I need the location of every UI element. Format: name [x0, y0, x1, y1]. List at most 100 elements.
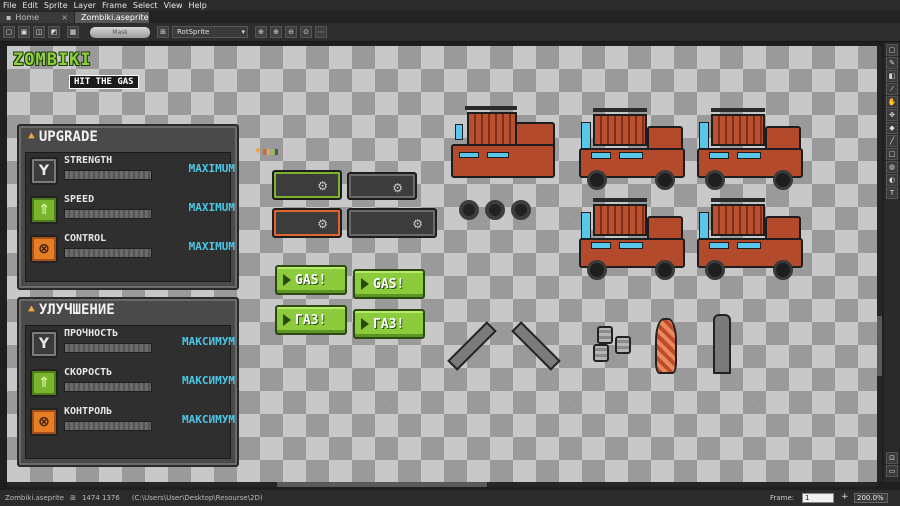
dimensions-icon: ⊞: [70, 494, 76, 502]
tab-home[interactable]: ▪ Home ×: [0, 12, 74, 23]
car-window: [737, 242, 761, 249]
double-chevron-up-icon: ⇑: [30, 369, 58, 397]
menu-frame[interactable]: Frame: [99, 0, 130, 11]
align-vertical-icon[interactable]: ⊖: [285, 26, 297, 38]
selection-add-icon[interactable]: ▣: [18, 26, 30, 38]
bolt-icon: ⚙: [317, 179, 328, 193]
tool-strip: ▢ ✎ ◧ ⁄ ✋ ✥ ◆ ╱ □ ◍ ◐ T ⊡ ▭: [884, 42, 900, 482]
align-icon[interactable]: ⊕: [255, 26, 267, 38]
status-filename: Zombiki.aseprite: [5, 494, 65, 502]
eyedropper-tool-icon[interactable]: ⁄: [886, 83, 898, 95]
upgrade-label: ПРОЧНОСТЬ: [64, 328, 119, 339]
line-tool-icon[interactable]: ╱: [886, 135, 898, 147]
fill-tool-icon[interactable]: ◆: [886, 122, 898, 134]
upgrade-label: КОНТРОЛЬ: [64, 406, 113, 417]
transparent-color-icon[interactable]: ▦: [67, 26, 79, 38]
play-icon: [283, 314, 291, 326]
double-chevron-up-icon: ⇑: [30, 196, 58, 224]
barrel-sprite: [597, 326, 613, 344]
blur-tool-icon[interactable]: ◐: [886, 174, 898, 186]
vertical-scroll-thumb[interactable]: [877, 316, 882, 376]
move-tool-icon[interactable]: ✥: [886, 109, 898, 121]
tab-document[interactable]: Zombiki.aseprite: [75, 12, 149, 23]
wheel: [705, 170, 725, 190]
menu-help[interactable]: Help: [186, 0, 210, 11]
cargo-crate: [711, 204, 765, 236]
upgrade-value: MAXIMUM: [188, 240, 235, 253]
game-logo: ZOMBIKI HIT THE GAS: [13, 52, 139, 89]
car-window: [455, 124, 463, 140]
car-windshield: [581, 122, 591, 150]
cargo-crate: [711, 114, 765, 146]
wheel: [655, 170, 675, 190]
align-center-icon[interactable]: ⊕: [270, 26, 282, 38]
car-window: [487, 152, 509, 158]
status-path: (C:\Users\User\Desktop\Resourse\2D): [131, 494, 263, 502]
car-window: [591, 242, 611, 249]
chevron-down-icon: ▾: [241, 28, 245, 36]
wheel: [655, 260, 675, 280]
car-windshield: [581, 212, 591, 240]
hand-tool-icon[interactable]: ✋: [886, 96, 898, 108]
selection-intersect-icon[interactable]: ◩: [48, 26, 60, 38]
upgrade-row-strength: Y STRENGTH MAXIMUM: [30, 155, 235, 189]
car-sprite: [695, 108, 805, 194]
tab-bar: ▪ Home × Zombiki.aseprite: [0, 11, 900, 23]
bolt-icon: ⚙: [392, 181, 403, 195]
home-icon: ▪: [6, 13, 12, 22]
zoom-field[interactable]: 200.0%: [854, 493, 888, 503]
horizontal-scrollbar[interactable]: [7, 482, 877, 487]
rectangle-tool-icon[interactable]: □: [886, 148, 898, 160]
upgrade-value: MAXIMUM: [188, 162, 235, 175]
menu-view[interactable]: View: [161, 0, 186, 11]
menu-file[interactable]: File: [0, 0, 19, 11]
gas-label: ГАЗ!: [373, 316, 405, 332]
timeline-toggle-icon[interactable]: ▭: [886, 465, 898, 477]
vertical-scrollbar[interactable]: [877, 46, 882, 482]
upgrade-row-control: ⊗ CONTROL MAXIMUM: [30, 233, 235, 267]
menu-edit[interactable]: Edit: [19, 0, 41, 11]
bolt-slot-orange: ⚙: [272, 208, 342, 238]
selection-subtract-icon[interactable]: ◫: [33, 26, 45, 38]
wheel-sprite: [459, 200, 479, 220]
preview-icon[interactable]: ⊡: [886, 452, 898, 464]
pillar-sprite: [713, 314, 731, 374]
selection-replace-icon[interactable]: ▢: [3, 26, 15, 38]
mask-color-button[interactable]: Mask: [90, 26, 150, 38]
gas-label: ГАЗ!: [295, 312, 327, 328]
tab-home-close-icon[interactable]: ×: [61, 12, 68, 23]
more-options-icon[interactable]: ⋯: [315, 26, 327, 38]
ramp-left-sprite: [447, 321, 497, 371]
eraser-tool-icon[interactable]: ◧: [886, 70, 898, 82]
arrow-down-icon: ▼: [255, 147, 261, 155]
menu-layer[interactable]: Layer: [71, 0, 99, 11]
wrench-icon: Y: [30, 330, 58, 358]
chevron-up-icon: ⯅: [27, 130, 36, 143]
marquee-tool-icon[interactable]: ▢: [886, 44, 898, 56]
contour-tool-icon[interactable]: ◍: [886, 161, 898, 173]
wheel: [587, 260, 607, 280]
sprite-canvas[interactable]: ZOMBIKI HIT THE GAS ⯅ UPGRADE Y STRENGTH…: [7, 46, 877, 482]
horizontal-scroll-thumb[interactable]: [277, 482, 487, 487]
gas-button-ru-alt: ГАЗ!: [353, 309, 425, 339]
car-window: [709, 242, 729, 249]
fish-sprite: [655, 318, 677, 374]
add-frame-icon[interactable]: +: [841, 492, 849, 502]
text-tool-icon[interactable]: T: [886, 187, 898, 199]
gas-button-ru: ГАЗ!: [275, 305, 347, 335]
upgrade-progress-bar: [64, 421, 152, 431]
car-window: [619, 152, 643, 159]
rotation-algorithm-select[interactable]: RotSprite ▾: [172, 26, 248, 38]
frame-input[interactable]: 1: [802, 493, 834, 503]
menu-select[interactable]: Select: [130, 0, 161, 11]
pencil-tool-icon[interactable]: ✎: [886, 57, 898, 69]
align-extra-icon[interactable]: ⊙: [300, 26, 312, 38]
upgrade-value: МАКСИМУМ: [182, 413, 235, 426]
menu-sprite[interactable]: Sprite: [41, 0, 71, 11]
bolt-slot-gray: ⚙: [347, 172, 417, 200]
car-windshield: [699, 122, 709, 150]
upgrade-value: MAXIMUM: [188, 201, 235, 214]
roof-rack: [593, 108, 647, 112]
pivot-icon[interactable]: ⊞: [157, 26, 169, 38]
roof-rack: [711, 108, 765, 112]
